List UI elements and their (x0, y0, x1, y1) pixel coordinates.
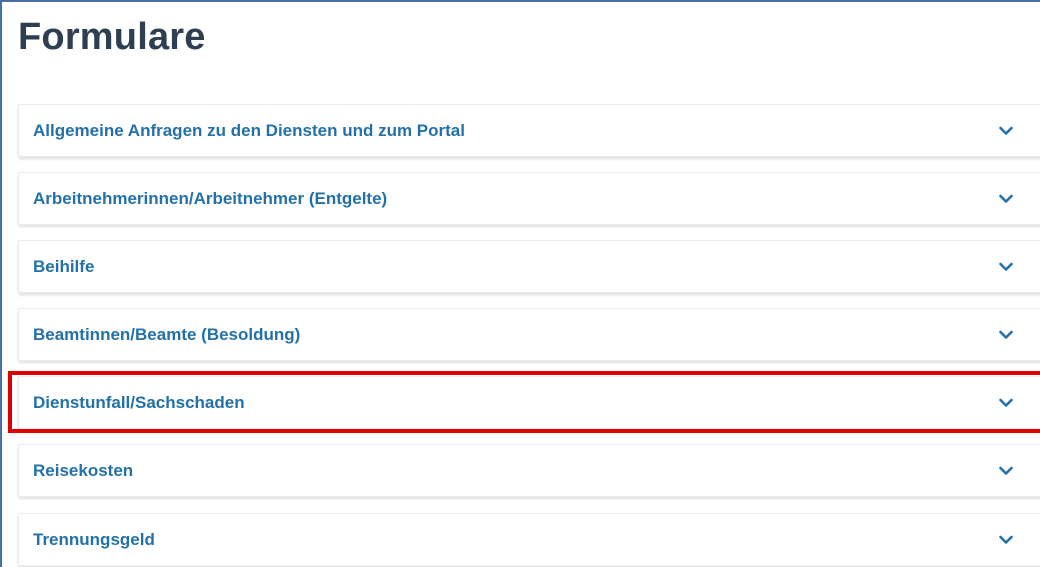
chevron-down-icon[interactable] (999, 466, 1013, 476)
chevron-down-icon[interactable] (999, 535, 1013, 545)
accordion-item-label: Allgemeine Anfragen zu den Diensten und … (33, 120, 465, 140)
accordion-item-label: Trennungsgeld (33, 529, 155, 549)
accordion-item-label: Beihilfe (33, 256, 95, 276)
accordion-item-arbeitnehmer[interactable]: Arbeitnehmerinnen/Arbeitnehmer (Entgelte… (18, 172, 1040, 225)
accordion-item-label: Arbeitnehmerinnen/Arbeitnehmer (Entgelte… (33, 188, 388, 208)
accordion-item-beihilfe[interactable]: Beihilfe (18, 240, 1040, 293)
chevron-down-icon[interactable] (999, 398, 1013, 408)
accordion-item-reisekosten[interactable]: Reisekosten (18, 444, 1040, 497)
chevron-down-icon[interactable] (999, 126, 1013, 136)
accordion-item-label: Reisekosten (33, 460, 134, 480)
accordion-item-label: Beamtinnen/Beamte (Besoldung) (33, 324, 301, 344)
page-frame: Formulare Allgemeine Anfragen zu den Die… (0, 0, 1040, 567)
accordion-item-allgemeine-anfragen[interactable]: Allgemeine Anfragen zu den Diensten und … (18, 104, 1040, 157)
chevron-down-icon[interactable] (999, 330, 1013, 340)
page-title: Formulare (18, 16, 206, 58)
accordion-item-trennungsgeld[interactable]: Trennungsgeld (18, 513, 1040, 566)
chevron-down-icon[interactable] (999, 262, 1013, 272)
accordion-item-beamte[interactable]: Beamtinnen/Beamte (Besoldung) (18, 308, 1040, 361)
accordion-item-label: Dienstunfall/Sachschaden (33, 392, 245, 412)
accordion-item-dienstunfall[interactable]: Dienstunfall/Sachschaden (18, 376, 1040, 429)
chevron-down-icon[interactable] (999, 194, 1013, 204)
